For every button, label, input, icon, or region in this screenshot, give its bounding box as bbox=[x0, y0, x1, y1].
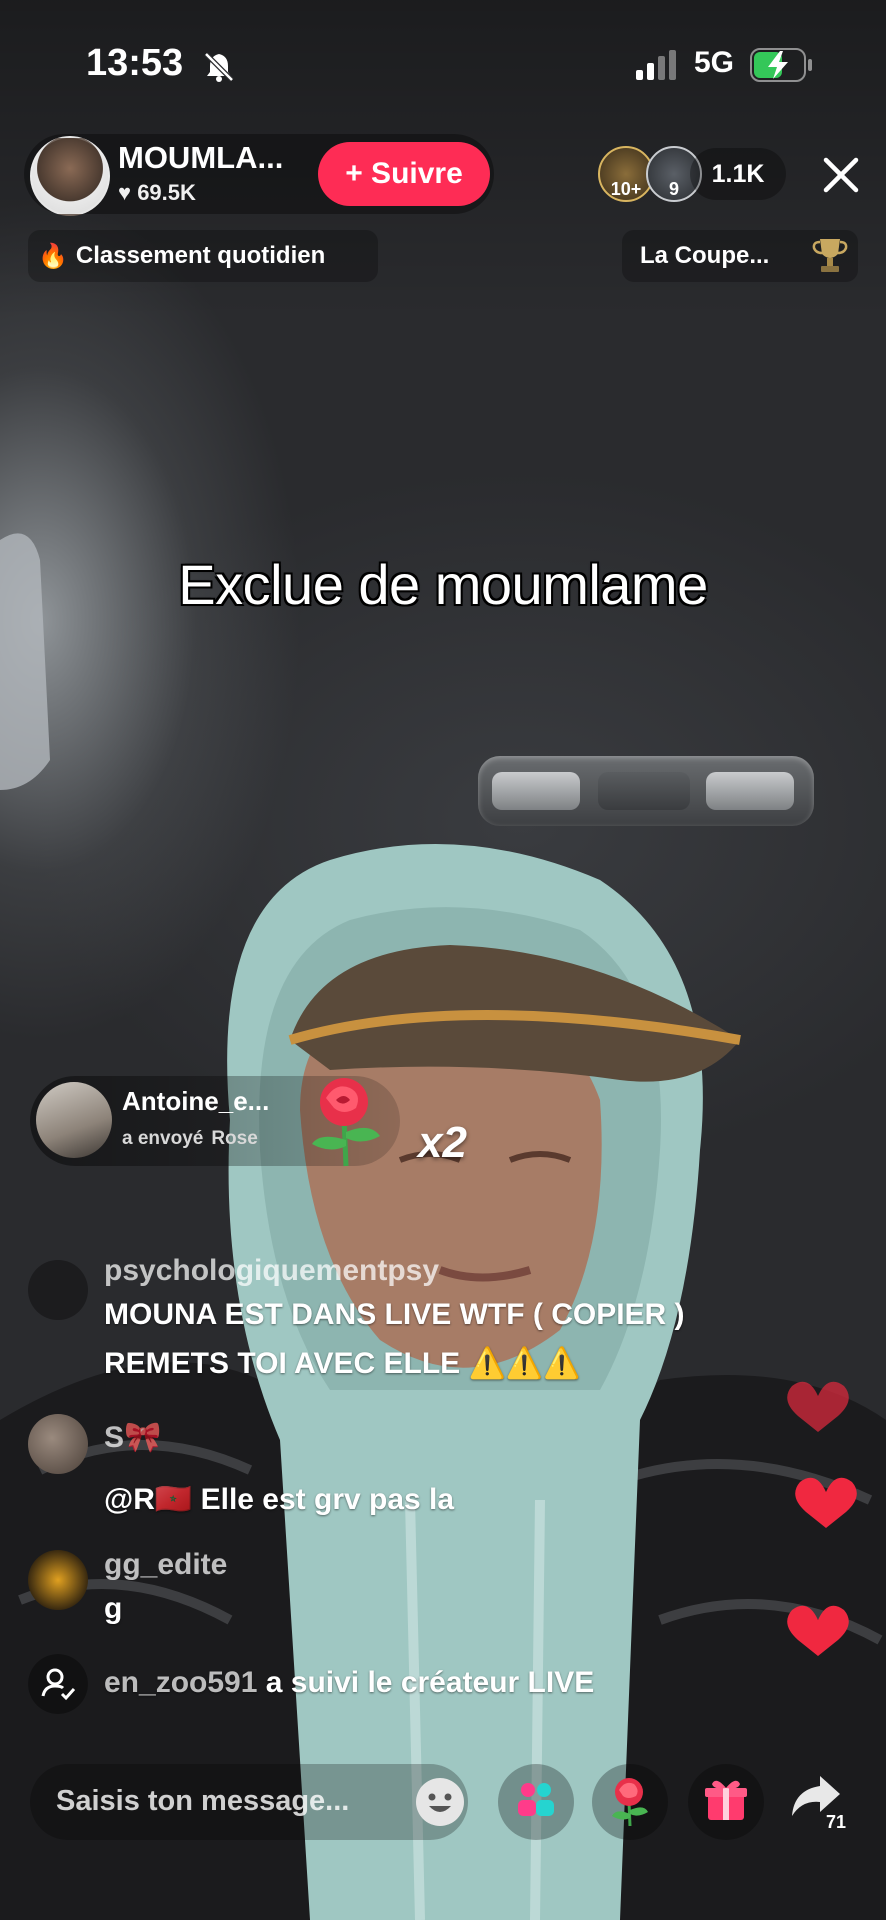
signal-icon bbox=[636, 50, 676, 80]
close-icon[interactable] bbox=[820, 154, 862, 196]
follow-event-text: a suivi le créateur LIVE bbox=[265, 1666, 595, 1699]
follow-button[interactable]: + Suivre bbox=[318, 142, 490, 206]
gift-action-text: a envoyé bbox=[122, 1128, 204, 1149]
network-label: 5G bbox=[694, 46, 735, 79]
follow-event: en_zoo591 a suivi le créateur LIVE bbox=[104, 1666, 594, 1700]
chat-avatar-3[interactable] bbox=[28, 1550, 88, 1610]
flame-icon: 🔥 bbox=[38, 242, 68, 270]
gift-box-icon bbox=[705, 1780, 747, 1820]
chat-message-3: g bbox=[104, 1592, 123, 1625]
cup-label: La Coupe... bbox=[640, 242, 770, 269]
chat-avatar-1[interactable] bbox=[28, 1260, 88, 1320]
gift-button[interactable] bbox=[688, 1764, 764, 1840]
follow-event-icon bbox=[28, 1654, 88, 1714]
battery-charging-icon bbox=[750, 48, 812, 82]
chat-avatar-2[interactable] bbox=[28, 1414, 88, 1474]
heart-icon: ♥ bbox=[118, 180, 132, 205]
gift-item-name: Rose bbox=[211, 1128, 258, 1149]
gift-sender-name[interactable]: Antoine_e... bbox=[122, 1086, 269, 1117]
multi-guest-button[interactable] bbox=[498, 1764, 574, 1840]
rose-quick-gift-button[interactable] bbox=[592, 1764, 668, 1840]
host-likes: ♥ 69.5K bbox=[118, 180, 196, 206]
chat-username-1[interactable]: psychologiquementpsy bbox=[104, 1254, 439, 1288]
floating-hearts bbox=[787, 1381, 857, 1656]
rose-icon bbox=[612, 1778, 648, 1827]
chat-username-3[interactable]: gg_edite bbox=[104, 1548, 227, 1582]
silent-bell-icon bbox=[204, 52, 234, 82]
share-count: 71 bbox=[826, 1812, 847, 1832]
host-likes-count: 69.5K bbox=[137, 180, 196, 205]
ranking-label: Classement quotidien bbox=[75, 242, 326, 269]
chat-message-2: @R🇲🇦 Elle est grv pas la bbox=[104, 1483, 455, 1516]
follow-event-user[interactable]: en_zoo591 bbox=[104, 1666, 257, 1699]
trophy-icon bbox=[812, 239, 848, 272]
multi-guest-icon bbox=[518, 1783, 554, 1816]
daily-ranking-button[interactable]: 🔥 Classement quotidien bbox=[28, 230, 378, 282]
status-bar: 13:53 5G bbox=[0, 0, 886, 130]
rose-gift-icon bbox=[312, 1078, 380, 1167]
video-caption: Exclue de moumlame bbox=[178, 553, 708, 616]
live-stream-screen: 13:53 5G MOUMLA... ♥ 69.5K + Suivre 10+ … bbox=[0, 0, 886, 1920]
streamer-video bbox=[0, 533, 886, 1920]
host-name[interactable]: MOUMLA... bbox=[118, 140, 283, 176]
gift-action: a envoyé Rose bbox=[122, 1128, 258, 1150]
message-placeholder: Saisis ton message... bbox=[56, 1785, 350, 1817]
viewer-count[interactable]: 1.1K bbox=[690, 148, 786, 200]
badge-1-label: 10+ bbox=[610, 179, 642, 199]
top-viewer-badges[interactable]: 10+ 9 bbox=[598, 146, 704, 202]
badge-2-label: 9 bbox=[668, 179, 679, 199]
emoji-icon[interactable] bbox=[414, 1776, 466, 1828]
chat-message-1-line2: REMETS TOI AVEC ELLE ⚠️⚠️⚠️ bbox=[104, 1347, 581, 1380]
status-time: 13:53 bbox=[86, 42, 184, 84]
chat-message-1-line1: MOUNA EST DANS LIVE WTF ( COPIER ) bbox=[104, 1298, 685, 1331]
gift-count: x2 bbox=[418, 1118, 467, 1167]
gift-sender-avatar[interactable] bbox=[36, 1082, 112, 1158]
host-avatar[interactable] bbox=[30, 136, 110, 216]
chat-username-2[interactable]: S🎀 bbox=[104, 1420, 161, 1455]
